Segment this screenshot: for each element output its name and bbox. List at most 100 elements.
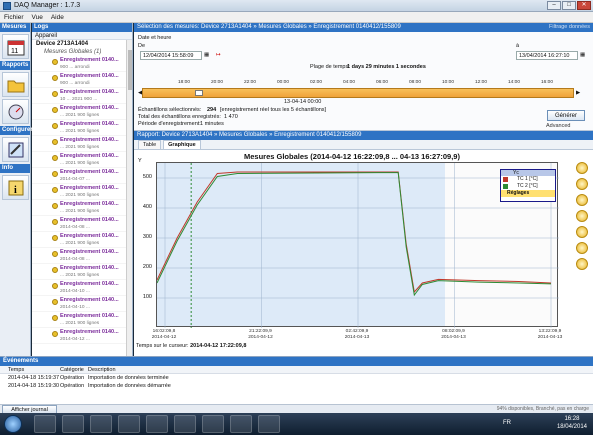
app-excel-icon[interactable] <box>90 415 112 433</box>
record-icon <box>52 155 58 161</box>
generate-button[interactable]: Générer <box>547 110 585 121</box>
interval-icon[interactable]: ↦ <box>216 52 221 58</box>
legend-settings[interactable]: Réglages <box>501 190 555 197</box>
export-icon[interactable] <box>576 242 588 254</box>
timeline-tick: 16:00 <box>541 80 554 85</box>
scroll-thumb[interactable] <box>128 50 132 90</box>
from-field[interactable]: 12/04/2014 15:58:09 <box>140 51 202 60</box>
svg-text:i: i <box>14 185 17 196</box>
date-label: Date et heure <box>138 35 172 41</box>
log-record[interactable]: Enregistrement 0140... ... 2021 900 ligne… <box>32 120 132 136</box>
log-record[interactable]: Enregistrement 0140... 900 ... arrondi <box>32 56 132 72</box>
log-record[interactable]: Enregistrement 0140... 2014-04-07 ... <box>32 168 132 184</box>
log-record[interactable]: Enregistrement 0140... 2014-04-10 ... <box>32 296 132 312</box>
col-description[interactable]: Description <box>88 366 288 373</box>
log-record[interactable]: Enregistrement 0140... ... 2021 900 ligne… <box>32 152 132 168</box>
log-record[interactable]: Enregistrement 0140... ... 2021 900 ligne… <box>32 184 132 200</box>
tl-right-arrow[interactable]: ▶ <box>576 90 580 96</box>
record-name: Enregistrement 0140... <box>60 73 119 79</box>
swatch-tc2 <box>503 184 508 189</box>
legend-item-tc1[interactable]: TC 1 [°C] <box>501 176 555 183</box>
log-record[interactable]: Enregistrement 0140... ... 2021 900 ligne… <box>32 264 132 280</box>
tab-table[interactable]: Table <box>138 140 162 149</box>
col-categorie[interactable]: Catégorie <box>60 366 88 373</box>
legend[interactable]: Yc TC 1 [°C] TC 2 [°C] Réglages <box>500 169 556 202</box>
menu-aide[interactable]: Aide <box>51 12 64 22</box>
legend-item-tc2[interactable]: TC 2 [°C] <box>501 183 555 190</box>
event-description: Importation de données démarrée <box>88 383 171 389</box>
calendar-from-icon[interactable]: ▦ <box>204 52 209 58</box>
app-explorer-icon[interactable] <box>62 415 84 433</box>
mesures-button[interactable]: 11 <box>2 34 29 59</box>
rapports-header: Rapports <box>0 61 30 70</box>
rapports-settings-button[interactable] <box>2 99 29 124</box>
chart-area: Mesures Globales (2014-04-12 16:22:09,8 … <box>134 150 593 356</box>
mesures-header: Mesures <box>0 23 30 32</box>
configurer-button[interactable] <box>2 137 29 162</box>
to-field[interactable]: 13/04/2014 16:27:10 <box>516 51 578 60</box>
advanced-link[interactable]: Advanced <box>546 123 570 129</box>
log-record[interactable]: Enregistrement 0140... ... 2021 900 ligne… <box>32 232 132 248</box>
record-desc: ... 2021 900 lignes <box>60 145 100 150</box>
x-tick-date: 2014-04-13 <box>537 335 563 340</box>
record-icon <box>52 75 58 81</box>
record-icon <box>52 59 58 65</box>
battery-status: 94% disponibles, Branché, pas en charge <box>496 406 589 412</box>
language-indicator[interactable]: FR <box>503 420 511 426</box>
taskbar-apps <box>34 415 280 433</box>
menu-fichier[interactable]: Fichier <box>4 12 24 22</box>
filter-label[interactable]: Filtrage données <box>549 23 590 32</box>
minimize-button[interactable]: – <box>547 1 561 10</box>
maximize-button[interactable]: □ <box>562 1 576 10</box>
clock-date: 18/04/2014 <box>556 424 587 430</box>
timeline[interactable] <box>142 88 574 98</box>
log-record[interactable]: Enregistrement 0140... 10 ... 2021 900 ..… <box>32 88 132 104</box>
timeline-thumb[interactable] <box>195 90 203 96</box>
info-button[interactable]: i <box>2 175 29 200</box>
log-record[interactable]: Enregistrement 0140... ... 2021 900 ligne… <box>32 312 132 328</box>
start-button[interactable] <box>4 415 22 433</box>
record-icon <box>52 123 58 129</box>
record-icon <box>52 331 58 337</box>
print-icon[interactable] <box>576 258 588 270</box>
app-daq-icon[interactable] <box>258 415 280 433</box>
menu-bar: Fichier Vue Aide <box>0 12 593 23</box>
log-record[interactable]: Enregistrement 0140... 2014-04-10 ... <box>32 280 132 296</box>
log-record[interactable]: Enregistrement 0140... ... 2021 900 ligne… <box>32 104 132 120</box>
timeline-ticks: 18:00 20:00 22:00 00:00 02:00 04:00 06:00 08:00… <box>142 80 574 88</box>
clock[interactable]: 16:28 18/04/2014 <box>557 415 587 431</box>
log-record[interactable]: Enregistrement 0140... 2014-04-12 ... <box>32 328 132 344</box>
calendar-to-icon[interactable]: ▦ <box>580 52 585 58</box>
group-node[interactable]: Mesures Globales (1) <box>32 48 132 56</box>
tab-graphique[interactable]: Graphique <box>163 140 201 149</box>
log-record[interactable]: Enregistrement 0140... 2014-04-08 ... <box>32 216 132 232</box>
pan-icon[interactable] <box>576 210 588 222</box>
col-temps[interactable]: Temps <box>0 366 60 373</box>
logs-scrollbar[interactable] <box>126 40 132 356</box>
log-record[interactable]: Enregistrement 0140... 2014-04-08 ... <box>32 248 132 264</box>
plot-area[interactable] <box>156 162 559 328</box>
app-calc-icon[interactable] <box>230 415 252 433</box>
event-row[interactable]: 2014-04-18 15:19:30 Opération Importation … <box>0 382 593 390</box>
log-record[interactable]: Enregistrement 0140... 900 ... arrondi <box>32 72 132 88</box>
close-button[interactable]: ✕ <box>577 1 591 10</box>
device-node[interactable]: Device 2713A1404 <box>32 40 132 48</box>
record-desc: 2014-04-07 ... <box>60 177 90 182</box>
log-record[interactable]: Enregistrement 0140... ... 2021 900 ligne… <box>32 136 132 152</box>
log-record[interactable]: Enregistrement 0140... ... 2021 900 ligne… <box>32 200 132 216</box>
menu-vue[interactable]: Vue <box>32 12 43 22</box>
rapports-button[interactable] <box>2 72 29 97</box>
record-name: Enregistrement 0140... <box>60 265 119 271</box>
zoom-out-icon[interactable] <box>576 178 588 190</box>
zoom-in-icon[interactable] <box>576 162 588 174</box>
app-word-icon[interactable] <box>118 415 140 433</box>
app-media-icon[interactable] <box>202 415 224 433</box>
app-folder-icon[interactable] <box>174 415 196 433</box>
cursor-icon[interactable] <box>576 226 588 238</box>
app-ie-icon[interactable] <box>34 415 56 433</box>
record-icon <box>52 91 58 97</box>
event-row[interactable]: 2014-04-18 15:19:37 Opération Importation … <box>0 374 593 382</box>
record-desc: ... 2021 900 lignes <box>60 193 100 198</box>
zoom-fit-icon[interactable] <box>576 194 588 206</box>
app-pdf-icon[interactable] <box>146 415 168 433</box>
